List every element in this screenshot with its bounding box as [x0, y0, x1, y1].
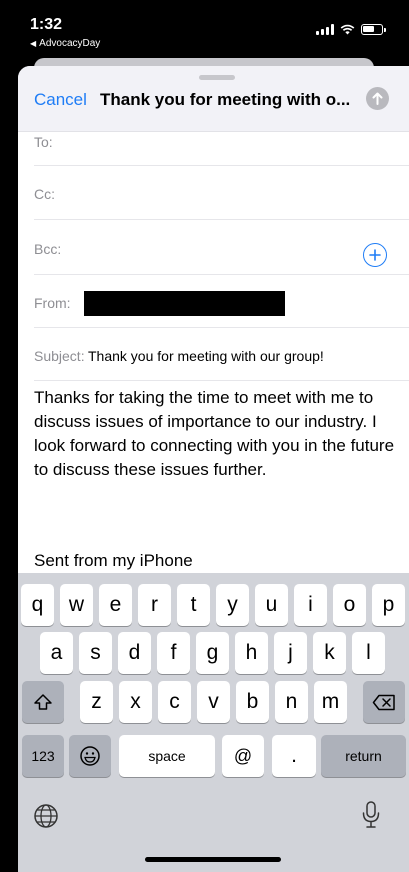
key-g[interactable]: g — [196, 632, 229, 674]
dot-key[interactable]: . — [272, 735, 316, 777]
key-e[interactable]: e — [99, 584, 132, 626]
shift-icon — [34, 694, 52, 710]
key-c[interactable]: c — [158, 681, 191, 723]
cellular-signal-icon — [316, 24, 334, 35]
status-time: 1:32 — [30, 16, 63, 33]
message-body[interactable]: Thanks for taking the time to meet with … — [34, 386, 402, 482]
microphone-key[interactable] — [361, 800, 381, 835]
emoji-key[interactable] — [69, 735, 111, 777]
cc-field[interactable]: Cc: — [34, 166, 409, 220]
home-indicator — [145, 857, 281, 862]
redacted-email — [84, 291, 285, 316]
delete-icon — [372, 694, 395, 710]
send-button[interactable] — [366, 87, 389, 110]
return-key[interactable]: return — [321, 735, 406, 777]
sheet-grabber[interactable] — [199, 75, 235, 80]
wifi-icon — [340, 24, 355, 35]
space-key[interactable]: space — [119, 735, 215, 777]
key-f[interactable]: f — [157, 632, 190, 674]
shift-key[interactable] — [22, 681, 64, 723]
add-recipient-button[interactable] — [363, 243, 387, 267]
key-p[interactable]: p — [372, 584, 405, 626]
delete-key[interactable] — [363, 681, 405, 723]
status-bar: 1:32 ◀ AdvocacyDay — [0, 0, 409, 58]
bcc-field[interactable]: Bcc: — [34, 220, 409, 275]
back-app-label: AdvocacyDay — [39, 38, 101, 49]
arrow-up-icon — [372, 92, 383, 105]
keyboard: qwertyuiop asdfghjkl zxcvbnm 123 space @… — [18, 573, 409, 872]
to-label: To: — [34, 134, 53, 150]
key-s[interactable]: s — [79, 632, 112, 674]
numbers-key[interactable]: 123 — [22, 735, 64, 777]
cancel-button[interactable]: Cancel — [34, 90, 87, 110]
to-field[interactable]: To: — [34, 132, 409, 166]
key-o[interactable]: o — [333, 584, 366, 626]
back-to-app-link[interactable]: ◀ AdvocacyDay — [30, 38, 100, 49]
plus-icon — [369, 249, 381, 261]
status-icons — [316, 24, 386, 35]
compose-title: Thank you for meeting with o... — [100, 90, 351, 109]
key-x[interactable]: x — [119, 681, 152, 723]
key-t[interactable]: t — [177, 584, 210, 626]
battery-icon — [361, 24, 386, 35]
key-z[interactable]: z — [80, 681, 113, 723]
compose-navbar: Cancel Thank you for meeting with o... — [18, 66, 409, 132]
key-q[interactable]: q — [21, 584, 54, 626]
globe-icon — [34, 804, 58, 828]
bcc-label: Bcc: — [34, 241, 62, 257]
key-m[interactable]: m — [314, 681, 347, 723]
back-triangle-icon: ◀ — [30, 39, 37, 48]
subject-label: Subject: — [34, 348, 85, 364]
key-r[interactable]: r — [138, 584, 171, 626]
key-b[interactable]: b — [236, 681, 269, 723]
cc-label: Cc: — [34, 186, 55, 202]
key-l[interactable]: l — [352, 632, 385, 674]
key-w[interactable]: w — [60, 584, 93, 626]
from-label: From: — [34, 295, 71, 311]
key-j[interactable]: j — [274, 632, 307, 674]
key-i[interactable]: i — [294, 584, 327, 626]
key-a[interactable]: a — [40, 632, 73, 674]
key-u[interactable]: u — [255, 584, 288, 626]
key-y[interactable]: y — [216, 584, 249, 626]
signature[interactable]: Sent from my iPhone — [34, 551, 193, 571]
key-v[interactable]: v — [197, 681, 230, 723]
key-d[interactable]: d — [118, 632, 151, 674]
subject-value[interactable]: Thank you for meeting with our group! — [88, 348, 324, 364]
microphone-icon — [362, 801, 380, 828]
at-key[interactable]: @ — [222, 735, 264, 777]
key-k[interactable]: k — [313, 632, 346, 674]
key-n[interactable]: n — [275, 681, 308, 723]
globe-key[interactable] — [32, 802, 60, 835]
key-h[interactable]: h — [235, 632, 268, 674]
subject-field[interactable]: Subject: Thank you for meeting with our … — [34, 328, 409, 381]
emoji-icon — [80, 746, 100, 766]
